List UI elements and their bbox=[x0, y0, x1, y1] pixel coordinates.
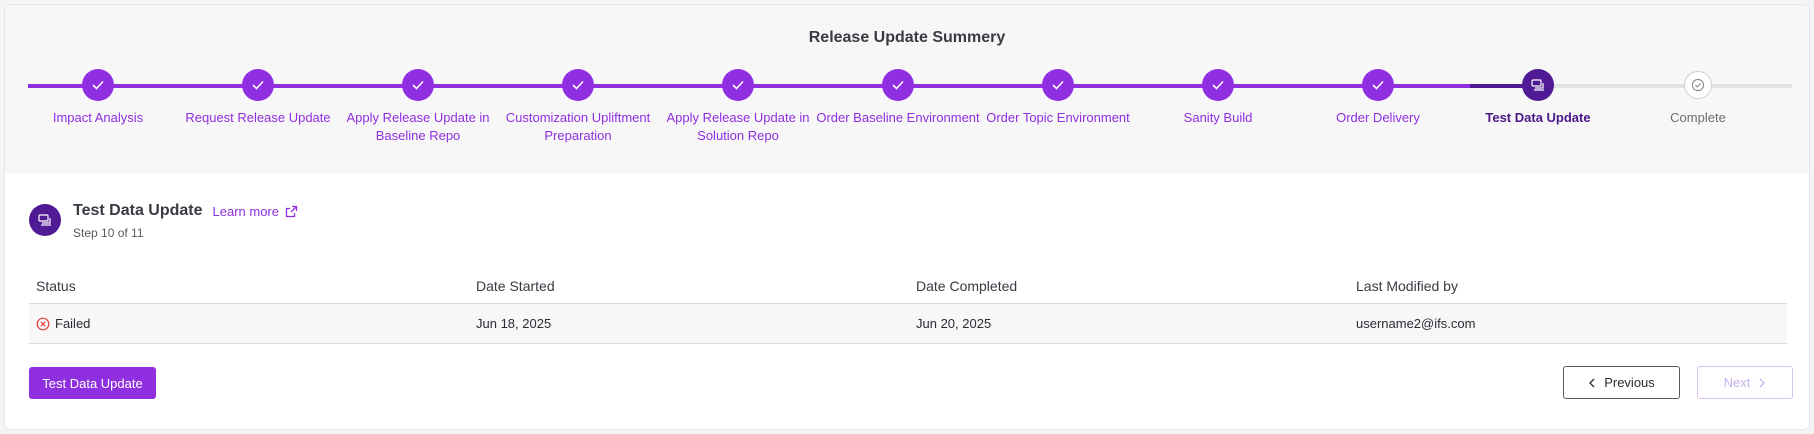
chevron-right-icon bbox=[1759, 378, 1766, 387]
step-complete[interactable]: Complete bbox=[1598, 69, 1798, 127]
header-last-modified-by: Last Modified by bbox=[1356, 278, 1458, 294]
database-copy-icon bbox=[1522, 69, 1554, 101]
database-copy-icon bbox=[29, 204, 61, 236]
check-icon bbox=[1202, 69, 1234, 101]
stepper-panel: Release Update Summery Impact Analysis R… bbox=[5, 5, 1809, 173]
release-update-card: Release Update Summery Impact Analysis R… bbox=[4, 4, 1810, 430]
check-icon bbox=[242, 69, 274, 101]
cell-date-started: Jun 18, 2025 bbox=[476, 316, 552, 331]
next-button[interactable]: Next bbox=[1697, 366, 1793, 399]
header-date-started: Date Started bbox=[476, 278, 555, 294]
cell-date-completed: Jun 20, 2025 bbox=[916, 316, 992, 331]
header-date-completed: Date Completed bbox=[916, 278, 1018, 294]
check-circle-icon bbox=[1684, 71, 1712, 99]
previous-button[interactable]: Previous bbox=[1563, 366, 1680, 399]
step-status-table: Status Date Started Date Completed Last … bbox=[29, 269, 1787, 344]
check-icon bbox=[1042, 69, 1074, 101]
external-link-icon bbox=[285, 205, 298, 217]
step-count: Step 10 of 11 bbox=[73, 226, 144, 240]
check-icon bbox=[722, 69, 754, 101]
test-data-update-button[interactable]: Test Data Update bbox=[29, 367, 156, 399]
detail-title: Test Data Update bbox=[73, 202, 203, 219]
step-label: Complete bbox=[1670, 110, 1726, 125]
table-header: Status Date Started Date Completed Last … bbox=[29, 269, 1787, 304]
learn-more-link[interactable]: Learn more bbox=[213, 204, 298, 219]
status-text: Failed bbox=[55, 316, 91, 331]
table-row: Failed Jun 18, 2025 Jun 20, 2025 usernam… bbox=[29, 304, 1787, 344]
error-circle-icon bbox=[36, 317, 50, 330]
cell-modified-by: username2@ifs.com bbox=[1356, 316, 1476, 331]
check-icon bbox=[1362, 69, 1394, 101]
header-status: Status bbox=[36, 278, 76, 294]
cell-status: Failed bbox=[29, 316, 469, 331]
check-icon bbox=[402, 69, 434, 101]
check-icon bbox=[82, 69, 114, 101]
summary-title: Release Update Summery bbox=[808, 29, 1006, 46]
check-icon bbox=[882, 69, 914, 101]
step-detail-header: Test Data Update Learn more Step 10 of 1… bbox=[29, 202, 298, 240]
chevron-left-icon bbox=[1589, 378, 1595, 387]
check-icon bbox=[562, 69, 594, 101]
